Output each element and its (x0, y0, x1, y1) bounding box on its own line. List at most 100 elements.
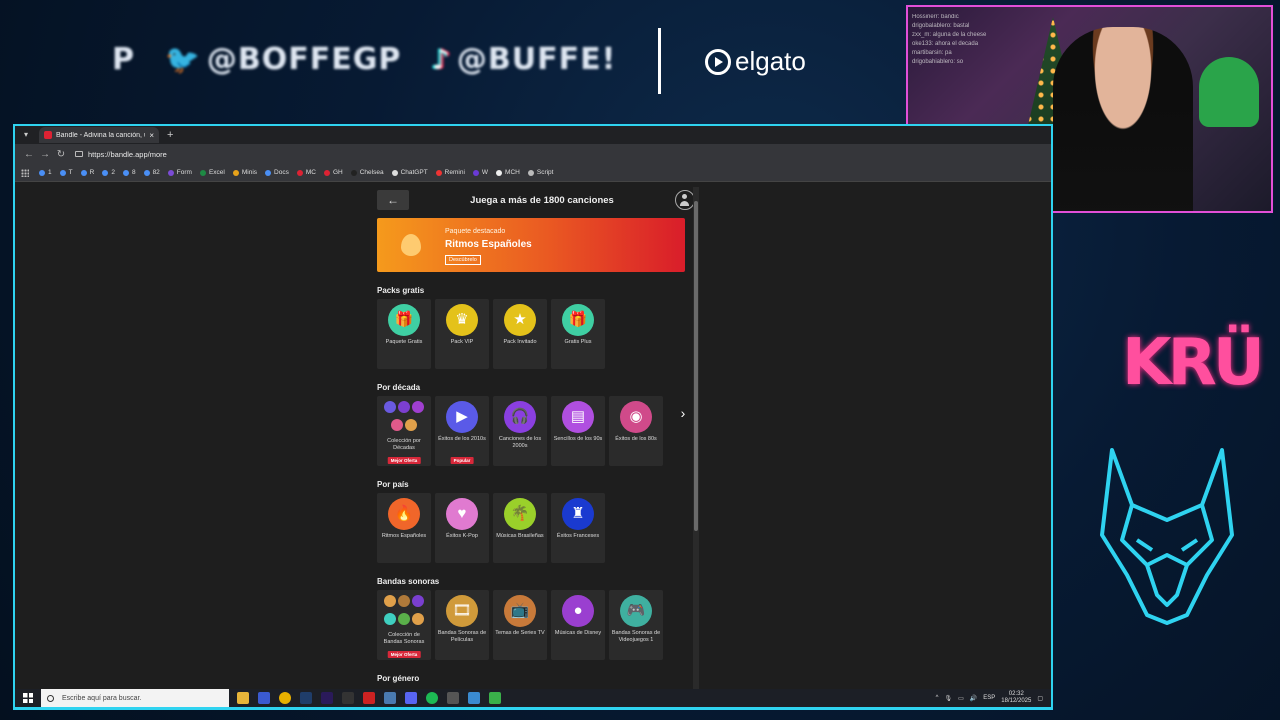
bookmark-item[interactable]: Remini (435, 169, 465, 176)
file-explorer-icon[interactable] (237, 692, 249, 704)
pack-card[interactable]: ◉ Éxitos de los 80s (609, 396, 663, 466)
taskbar-search-input[interactable]: Escribe aquí para buscar. (41, 689, 229, 707)
close-tab-icon[interactable]: × (149, 131, 154, 140)
pack-mini-icon (398, 401, 410, 413)
pack-label: Éxitos Franceses (556, 533, 600, 539)
bookmark-item[interactable]: Minis (232, 169, 257, 176)
notifications-icon[interactable]: ▢ (1037, 695, 1043, 702)
pack-card[interactable]: ♛ Pack VIP (435, 299, 489, 369)
pack-icon: 🎞 (446, 595, 478, 627)
tab-bandle[interactable]: Bandle - Adivina la canción, un × (39, 127, 159, 143)
bookmark-item[interactable]: 8 (122, 169, 136, 176)
section-by-genre: Por género (377, 674, 699, 683)
pack-card[interactable]: ▶ Éxitos de los 2010s Popular (435, 396, 489, 466)
bookmark-item[interactable]: Docs (265, 169, 289, 176)
bookmark-item[interactable]: R (80, 169, 94, 176)
bookmark-item[interactable]: T (59, 169, 73, 176)
pack-card[interactable]: 🎞 Bandas Sonoras de Películas (435, 590, 489, 660)
pack-icon: ♛ (446, 304, 478, 336)
bookmark-item[interactable]: Chelsea (350, 169, 384, 176)
bookmark-favicon-icon (296, 169, 303, 176)
bookmark-item[interactable]: MC (296, 169, 316, 176)
premiere-icon[interactable] (321, 692, 333, 704)
next-arrow-icon[interactable]: › (675, 401, 691, 425)
bookmark-item[interactable]: W (472, 169, 488, 176)
steam-icon[interactable] (384, 692, 396, 704)
pack-card[interactable]: 🔥 Ritmos Españoles (377, 493, 431, 563)
pack-row: 🔥 Ritmos Españoles ♥ Éxitos K-Pop 🌴 Músicas B… (377, 493, 699, 563)
pack-card[interactable]: 🌴 Músicas Brasileñas (493, 493, 547, 563)
bookmark-item[interactable]: MCH (496, 169, 520, 176)
windows-start-icon[interactable] (23, 693, 33, 703)
page-scrollbar[interactable] (693, 187, 699, 708)
featured-pack-banner[interactable]: Paquete destacado Ritmos Españoles Descú… (377, 218, 685, 272)
tray-chevron-icon[interactable]: ^ (936, 695, 939, 701)
bookmark-item[interactable]: 1 (39, 169, 52, 176)
bookmark-item[interactable]: GH (323, 169, 343, 176)
photoshop-icon[interactable] (300, 692, 312, 704)
new-tab-button[interactable]: + (167, 129, 173, 141)
pack-card[interactable]: 📺 Temas de Series TV (493, 590, 547, 660)
pack-card[interactable]: 🎮 Bandas Sonoras de Videojuegos 1 (609, 590, 663, 660)
bookmark-item[interactable]: 2 (102, 169, 115, 176)
bookmark-item[interactable]: Form (167, 169, 192, 176)
pack-card[interactable]: ♜ Éxitos Franceses (551, 493, 605, 563)
pack-icon: 🎁 (562, 304, 594, 336)
reload-icon[interactable]: ↻ (53, 149, 69, 160)
pack-card[interactable]: 🎁 Paquete Gratis (377, 299, 431, 369)
pack-icon: 🔥 (388, 498, 420, 530)
scrollbar-thumb[interactable] (694, 201, 698, 531)
app-icon[interactable] (447, 692, 459, 704)
address-bar[interactable]: https://bandle.app/more (75, 150, 167, 159)
tab-search-icon[interactable]: ▾ (19, 128, 33, 142)
microphone-icon[interactable]: 🎙 (945, 695, 953, 702)
pack-label: Bandas Sonoras de Videojuegos 1 (611, 630, 661, 643)
pack-glyph-icon: ◉ (629, 408, 643, 425)
pack-card[interactable]: ♥ Éxitos K-Pop (435, 493, 489, 563)
app-icon[interactable] (342, 692, 354, 704)
pack-card[interactable]: 🎁 Gratis Plus (551, 299, 605, 369)
pack-card[interactable]: ▤ Sencillos de los 90s (551, 396, 605, 466)
sponsor-text: elgato (735, 46, 806, 76)
pack-card[interactable]: ★ Pack Invitado (493, 299, 547, 369)
back-icon[interactable]: ← (21, 149, 37, 160)
bookmark-favicon-icon (39, 169, 45, 176)
bookmarks-bar: 1 T R 2 8 82 Form Excel Minis Docs MC GH Chelsea Chat… (15, 164, 1051, 182)
discord-icon[interactable] (405, 692, 417, 704)
bookmark-item[interactable]: 82 (143, 169, 160, 176)
app-icon[interactable] (489, 692, 501, 704)
discover-button[interactable]: Descúbrelo (445, 255, 481, 265)
back-button[interactable]: ← (377, 190, 409, 210)
app-icon[interactable] (258, 692, 270, 704)
pack-icon: ● (562, 595, 594, 627)
app-icon[interactable] (468, 692, 480, 704)
forward-icon[interactable]: → (37, 149, 53, 160)
spotify-icon[interactable] (426, 692, 438, 704)
apps-grid-icon[interactable] (21, 168, 29, 177)
user-account-icon[interactable] (674, 190, 695, 210)
pack-card[interactable]: 🎧 Canciones de los 2000s (493, 396, 547, 466)
tiktok-handle: ♪ @BUFFE! (432, 42, 616, 77)
pack-glyph-icon: ★ (513, 311, 527, 328)
bookmark-item[interactable]: Script (527, 169, 553, 176)
network-icon[interactable]: ▭ (958, 695, 964, 702)
site-info-icon[interactable] (75, 151, 83, 157)
pack-card[interactable]: Colección de Bandas Sonoras Mejor Oferta (377, 590, 431, 660)
language-indicator[interactable]: ESP (983, 695, 995, 701)
bookmark-label: GH (332, 169, 343, 176)
bookmark-item[interactable]: Excel (199, 169, 225, 176)
pack-card[interactable]: Colección por Décadas Mejor Oferta (377, 396, 431, 466)
browser-titlebar: ▾ Bandle - Adivina la canción, un × + (15, 126, 1051, 144)
volume-icon[interactable]: 🔊 (970, 695, 977, 702)
bandle-more-page: ← Juega a más de 1800 canciones Paquete … (377, 187, 699, 708)
pack-card[interactable]: ● Músicas de Disney (551, 590, 605, 660)
windows-taskbar: Escribe aquí para buscar. ^ 🎙 ▭ 🔊 ESP 02… (13, 689, 1053, 709)
pack-icon: 📺 (504, 595, 536, 627)
pack-mini-icon (398, 595, 410, 607)
app-icon[interactable] (363, 692, 375, 704)
clock[interactable]: 02:32 18/12/2025 (1001, 691, 1031, 705)
chrome-icon[interactable] (279, 692, 291, 704)
pack-glyph-icon: 📺 (510, 602, 530, 619)
bookmark-item[interactable]: ChatGPT (391, 169, 428, 176)
bookmark-favicon-icon (102, 169, 109, 176)
